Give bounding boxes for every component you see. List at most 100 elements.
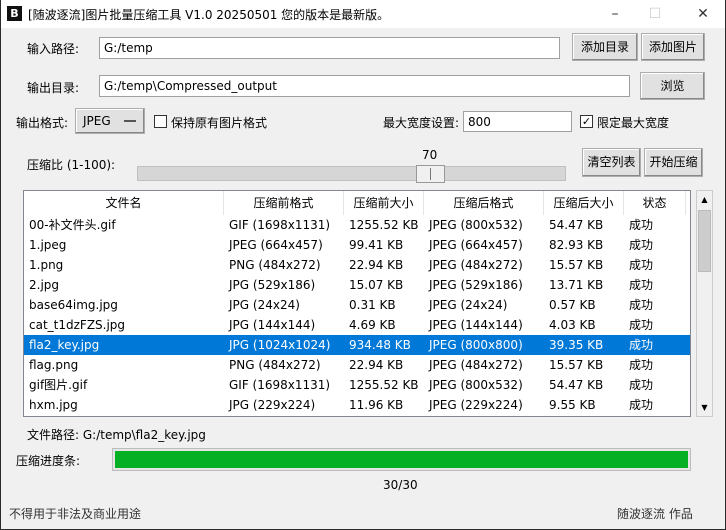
column-header[interactable]: 压缩前大小: [344, 191, 424, 215]
table-cell: JPEG (800x532): [429, 218, 523, 232]
input-path-label: 输入路径:: [27, 42, 80, 56]
column-header[interactable]: 压缩后大小: [544, 191, 624, 215]
table-cell: GIF (1698x1131): [229, 218, 331, 232]
table-row[interactable]: 2.jpg JPG (529x186) 15.07 KB JPEG (529x186)…: [24, 275, 690, 295]
footer-disclaimer: 不得用于非法及商业用途: [9, 507, 142, 521]
table-cell: JPEG (24x24): [429, 298, 508, 312]
table-row[interactable]: cat_t1dzFZS.jpg JPG (144x144) 4.69 KB JPEG …: [24, 315, 690, 335]
table-cell: 15.07 KB: [349, 278, 404, 292]
add-image-button[interactable]: 添加图片: [641, 33, 705, 61]
max-width-field[interactable]: 800: [463, 111, 572, 132]
keep-format-label: 保持原有图片格式: [171, 116, 268, 130]
table-cell: 1.png: [29, 258, 64, 272]
limit-width-label: 限定最大宽度: [597, 116, 670, 130]
scroll-up-icon[interactable]: ▲: [697, 191, 712, 208]
file-path-text: 文件路径: G:/temp\fla2_key.jpg: [27, 428, 206, 442]
table-cell: 54.47 KB: [549, 378, 604, 392]
clear-list-button[interactable]: 清空列表: [582, 148, 641, 177]
file-list[interactable]: 文件名 压缩前格式 压缩前大小 压缩后格式 压缩后大小 状态 00-补文件头.gif GIF…: [23, 190, 691, 417]
table-cell: cat_t1dzFZS.jpg: [29, 318, 126, 332]
table-cell: 成功: [629, 218, 654, 232]
close-button[interactable]: ✕: [688, 4, 718, 24]
table-cell: JPG (144x144): [229, 318, 316, 332]
scrollbar-thumb[interactable]: [698, 210, 711, 272]
add-directory-button[interactable]: 添加目录: [572, 33, 638, 61]
minimize-button[interactable]: –: [600, 4, 630, 24]
compression-label: 压缩比 (1-100):: [27, 158, 116, 172]
table-cell: 22.94 KB: [349, 358, 404, 372]
main-window: B [随波逐流]图片批量压缩工具 V1.0 20250501 您的版本是最新版。…: [1, 0, 725, 529]
table-cell: JPG (1024x1024): [229, 338, 331, 352]
column-header[interactable]: 压缩后格式: [424, 191, 544, 215]
table-cell: fla2_key.jpg: [29, 338, 100, 352]
table-cell: 54.47 KB: [549, 218, 604, 232]
table-cell: gif图片.gif: [29, 378, 88, 392]
table-cell: 成功: [629, 258, 654, 272]
format-selected: JPEG: [83, 114, 111, 128]
list-header: 文件名 压缩前格式 压缩前大小 压缩后格式 压缩后大小 状态: [24, 191, 690, 215]
footer-author: 随波逐流 作品: [617, 507, 693, 521]
table-row[interactable]: hxm.jpg JPG (229x224) 11.96 KB JPEG (229x22…: [24, 395, 690, 415]
browse-button[interactable]: 浏览: [640, 72, 705, 100]
table-cell: JPG (24x24): [229, 298, 300, 312]
table-cell: JPG (529x186): [229, 278, 316, 292]
table-cell: 00-补文件头.gif: [29, 218, 116, 232]
table-cell: flag.png: [29, 358, 79, 372]
limit-width-checkbox[interactable]: ✓: [580, 115, 593, 128]
format-dropdown[interactable]: JPEG: [75, 108, 145, 134]
table-row[interactable]: flag.png PNG (484x272) 22.94 KB JPEG (484x2…: [24, 355, 690, 375]
table-cell: 99.41 KB: [349, 238, 404, 252]
table-cell: 成功: [629, 278, 654, 292]
table-cell: 0.31 KB: [349, 298, 396, 312]
table-cell: JPEG (229x224): [429, 398, 523, 412]
table-cell: JPEG (800x532): [429, 378, 523, 392]
compression-slider[interactable]: [137, 166, 566, 181]
table-cell: 9.55 KB: [549, 398, 596, 412]
table-row[interactable]: fla2_key.jpg JPG (1024x1024) 934.48 KB JPEG…: [24, 335, 690, 355]
table-cell: PNG (484x272): [229, 358, 321, 372]
table-row[interactable]: gif图片.gif GIF (1698x1131) 1255.52 KB JPEG (…: [24, 375, 690, 395]
table-cell: base64img.jpg: [29, 298, 118, 312]
table-row[interactable]: base64img.jpg JPG (24x24) 0.31 KB JPEG (24x…: [24, 295, 690, 315]
table-cell: 成功: [629, 338, 654, 352]
table-cell: JPEG (484x272): [429, 358, 523, 372]
table-cell: 成功: [629, 358, 654, 372]
table-cell: 0.57 KB: [549, 298, 596, 312]
dropdown-indicator-icon: [124, 120, 136, 122]
input-path-field[interactable]: G:/temp: [99, 37, 560, 59]
table-cell: 成功: [629, 378, 654, 392]
table-cell: 15.57 KB: [549, 358, 604, 372]
table-cell: 成功: [629, 318, 654, 332]
app-logo-icon: B: [7, 6, 22, 21]
table-cell: 13.71 KB: [549, 278, 604, 292]
maximize-button[interactable]: ☐: [640, 4, 670, 24]
slider-thumb[interactable]: [415, 165, 445, 183]
column-header[interactable]: 压缩前格式: [224, 191, 344, 215]
progress-bar: [112, 448, 691, 471]
table-cell: 934.48 KB: [349, 338, 411, 352]
table-cell: GIF (1698x1131): [229, 378, 331, 392]
vertical-scrollbar[interactable]: ▲ ▼: [696, 190, 713, 417]
table-row[interactable]: 1.png PNG (484x272) 22.94 KB JPEG (484x272)…: [24, 255, 690, 275]
table-row[interactable]: 00-补文件头.gif GIF (1698x1131) 1255.52 KB JPEG…: [24, 215, 690, 235]
scroll-down-icon[interactable]: ▼: [697, 399, 712, 416]
table-cell: hxm.jpg: [29, 398, 78, 412]
output-format-label: 输出格式:: [16, 116, 69, 130]
title-bar: B [随波逐流]图片批量压缩工具 V1.0 20250501 您的版本是最新版。…: [1, 0, 725, 28]
progress-count: 30/30: [383, 478, 418, 492]
table-cell: PNG (484x272): [229, 258, 321, 272]
output-dir-field[interactable]: G:/temp\Compressed_output: [99, 75, 630, 97]
table-row[interactable]: 1.jpeg JPEG (664x457) 99.41 KB JPEG (664x45…: [24, 235, 690, 255]
start-compress-button[interactable]: 开始压缩: [644, 148, 703, 177]
column-header[interactable]: 状态: [624, 191, 686, 215]
column-header[interactable]: 文件名: [24, 191, 224, 215]
table-cell: 11.96 KB: [349, 398, 404, 412]
table-cell: 成功: [629, 398, 654, 412]
table-cell: 1255.52 KB: [349, 218, 419, 232]
table-cell: JPEG (144x144): [429, 318, 523, 332]
table-cell: JPEG (800x800): [429, 338, 523, 352]
max-width-label: 最大宽度设置:: [383, 116, 460, 130]
table-cell: 成功: [629, 238, 654, 252]
keep-format-checkbox[interactable]: [154, 115, 167, 128]
table-cell: 82.93 KB: [549, 238, 604, 252]
